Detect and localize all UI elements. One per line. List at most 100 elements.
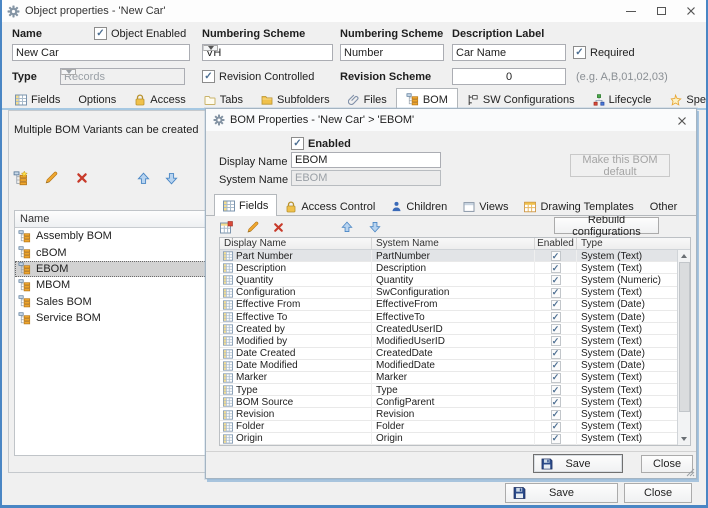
object-properties-window: Object properties - 'New Car' Name ✓ Obj… xyxy=(0,0,708,508)
enabled-checkbox[interactable]: ✓ xyxy=(551,300,561,310)
required-checkbox[interactable]: ✓ Required xyxy=(573,46,635,59)
delete-bom-button[interactable] xyxy=(73,169,91,187)
enabled-checkbox[interactable]: ✓ xyxy=(551,410,561,420)
dialog-tab-other[interactable]: Other xyxy=(642,197,686,216)
enabled-checkbox[interactable]: ✓ xyxy=(551,288,561,298)
dropdown-arrow-icon[interactable] xyxy=(203,45,218,51)
description-input[interactable] xyxy=(452,44,566,61)
close-footer-button[interactable]: Close xyxy=(624,483,692,503)
delete-field-button[interactable] xyxy=(269,218,287,236)
scrollbar-thumb[interactable] xyxy=(679,262,690,412)
move-down-button[interactable] xyxy=(162,169,180,187)
close-icon xyxy=(677,116,687,126)
enabled-checkbox[interactable]: ✓ Enabled xyxy=(291,137,351,150)
star-icon xyxy=(669,94,682,107)
resize-grip[interactable] xyxy=(686,468,695,477)
enabled-checkbox[interactable]: ✓ xyxy=(551,434,561,444)
enabled-checkbox[interactable]: ✓ xyxy=(551,263,561,273)
tab-access[interactable]: Access xyxy=(125,90,194,110)
name-input[interactable] xyxy=(12,44,190,61)
dialog-tab-children[interactable]: Children xyxy=(383,197,455,216)
field-icon xyxy=(223,312,233,322)
tab-options[interactable]: Options xyxy=(69,90,125,110)
table-row[interactable]: Marker Marker ✓ System (Text) xyxy=(220,372,677,384)
header-type[interactable]: Type xyxy=(577,238,677,249)
enabled-checkbox[interactable]: ✓ xyxy=(551,312,561,322)
enabled-checkbox[interactable]: ✓ xyxy=(551,422,561,432)
dialog-tab-access-control[interactable]: Access Control xyxy=(277,197,383,216)
revision-scheme-input[interactable] xyxy=(452,68,566,85)
tab-subfolders[interactable]: Subfolders xyxy=(252,90,339,110)
dialog-save-button[interactable]: Save xyxy=(533,454,623,473)
enabled-checkbox[interactable]: ✓ xyxy=(551,397,561,407)
table-icon xyxy=(223,200,235,212)
enabled-checkbox[interactable]: ✓ xyxy=(551,336,561,346)
header-system-name[interactable]: System Name xyxy=(372,238,535,249)
tab-files[interactable]: Files xyxy=(339,90,396,110)
tab-lifecycle[interactable]: Lifecycle xyxy=(584,90,661,110)
tab-special-objects[interactable]: Special Objects xyxy=(660,90,708,110)
maximize-button[interactable] xyxy=(646,0,676,22)
revision-controlled-checkbox[interactable]: ✓ Revision Controlled xyxy=(202,70,314,83)
save-button[interactable]: Save xyxy=(505,483,618,503)
system-name-label: System Name xyxy=(219,174,288,186)
dialog-tab-drawing-templates[interactable]: Drawing Templates xyxy=(516,197,641,216)
dialog-tab-views[interactable]: Views xyxy=(455,197,516,216)
close-button[interactable] xyxy=(676,0,706,22)
add-bom-button[interactable] xyxy=(11,169,29,187)
table-row[interactable]: Part Number PartNumber ✓ System (Text) xyxy=(220,250,677,262)
type-combo: Records xyxy=(60,68,185,85)
pencil-icon xyxy=(44,171,58,185)
header-display-name[interactable]: Display Name xyxy=(220,238,372,249)
table-row[interactable]: Effective To EffectiveTo ✓ System (Date) xyxy=(220,311,677,323)
floppy-icon xyxy=(513,487,526,500)
table-row[interactable]: Description Description ✓ System (Text) xyxy=(220,262,677,274)
table-row[interactable]: Type Type ✓ System (Text) xyxy=(220,384,677,396)
table-row[interactable]: Configuration SwConfiguration ✓ System (… xyxy=(220,287,677,299)
table-row[interactable]: Modified by ModifiedUserID ✓ System (Tex… xyxy=(220,335,677,347)
table-row[interactable]: Origin Origin ✓ System (Text) xyxy=(220,433,677,445)
dialog-close-button[interactable] xyxy=(674,113,690,129)
enabled-checkbox[interactable]: ✓ xyxy=(551,385,561,395)
numbering-scheme-combo[interactable]: VH xyxy=(202,44,333,61)
enabled-checkbox[interactable]: ✓ xyxy=(551,275,561,285)
tab-tabs[interactable]: Tabs xyxy=(195,90,252,110)
pencil-icon xyxy=(246,221,259,234)
header-enabled[interactable]: Enabled xyxy=(535,238,577,249)
enabled-checkbox[interactable]: ✓ xyxy=(551,373,561,383)
field-icon xyxy=(223,385,233,395)
move-up-button[interactable] xyxy=(134,169,152,187)
scrollbar-up-icon[interactable] xyxy=(678,250,691,262)
bom-tree-icon xyxy=(18,262,31,275)
table-row[interactable]: Revision Revision ✓ System (Text) xyxy=(220,408,677,420)
table-row[interactable]: Folder Folder ✓ System (Text) xyxy=(220,421,677,433)
tab-bom[interactable]: BOM xyxy=(396,88,458,110)
edit-field-button[interactable] xyxy=(243,218,261,236)
table-row[interactable]: Quantity Quantity ✓ System (Numeric) xyxy=(220,274,677,286)
field-up-button[interactable] xyxy=(338,218,356,236)
scrollbar-down-icon[interactable] xyxy=(678,433,691,445)
field-down-button[interactable] xyxy=(366,218,384,236)
dialog-tab-fields[interactable]: Fields xyxy=(214,194,277,216)
enabled-checkbox[interactable]: ✓ xyxy=(551,251,561,261)
table-row[interactable]: Date Created CreatedDate ✓ System (Date) xyxy=(220,348,677,360)
display-name-input[interactable] xyxy=(291,152,441,168)
table-row[interactable]: Date Modified ModifiedDate ✓ System (Dat… xyxy=(220,360,677,372)
object-enabled-checkbox[interactable]: ✓ Object Enabled xyxy=(94,27,186,40)
table-scrollbar[interactable] xyxy=(677,250,690,445)
bom-tree-icon xyxy=(18,312,31,325)
tab-fields[interactable]: Fields xyxy=(6,90,69,110)
rebuild-configurations-button[interactable]: Rebuild configurations xyxy=(554,217,659,234)
enabled-checkbox[interactable]: ✓ xyxy=(551,324,561,334)
table-row[interactable]: Created by CreatedUserID ✓ System (Text) xyxy=(220,323,677,335)
numbering-scheme2-input[interactable] xyxy=(340,44,444,61)
bom-tree-icon xyxy=(18,295,31,308)
edit-bom-button[interactable] xyxy=(42,169,60,187)
tab-sw-configurations[interactable]: SW Configurations xyxy=(458,90,584,110)
table-row[interactable]: Effective From EffectiveFrom ✓ System (D… xyxy=(220,299,677,311)
enabled-checkbox[interactable]: ✓ xyxy=(551,361,561,371)
add-field-button[interactable] xyxy=(217,218,235,236)
enabled-checkbox[interactable]: ✓ xyxy=(551,349,561,359)
table-row[interactable]: BOM Source ConfigParent ✓ System (Text) xyxy=(220,396,677,408)
minimize-button[interactable] xyxy=(616,0,646,22)
